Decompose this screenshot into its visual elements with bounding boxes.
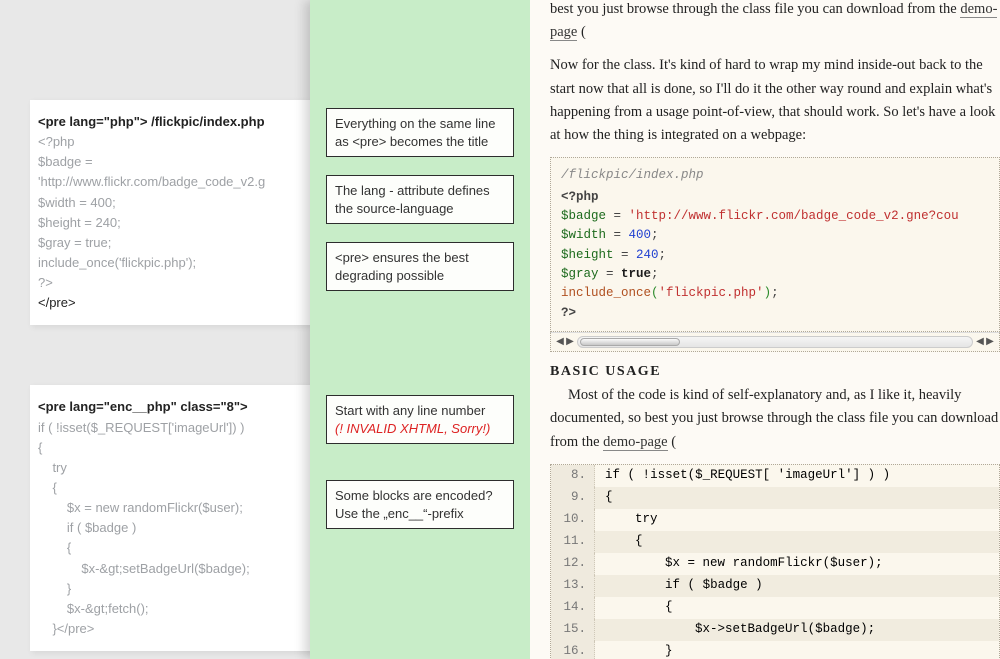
code-content: $x = new randomFlickr($user);	[595, 557, 883, 570]
paragraph-text: (	[577, 24, 585, 40]
code-line: }	[38, 579, 302, 599]
code-content: if ( !isset($_REQUEST[ 'imageUrl'] ) )	[595, 469, 890, 482]
line-number: 15.	[551, 619, 595, 641]
left-column: <pre lang="php"> /flickpic/index.php <?p…	[0, 0, 310, 659]
article-column: best you just browse through the class f…	[530, 0, 1000, 659]
code-line: try	[38, 458, 302, 478]
code-line: $x-&gt;fetch();	[38, 599, 302, 619]
code-row: 16. }	[551, 641, 999, 659]
code-line: <pre lang="enc__php" class="8">	[38, 397, 302, 417]
code-line: $height = 240;	[38, 213, 302, 233]
line-number: 16.	[551, 641, 595, 659]
code-content: }	[595, 645, 673, 658]
scroll-left-icon[interactable]: ◀	[975, 337, 985, 347]
line-number: 10.	[551, 509, 595, 531]
code-line: if ( $badge )	[38, 518, 302, 538]
line-number: 13.	[551, 575, 595, 597]
code-line: {	[38, 538, 302, 558]
annotation-lang-attr: The lang - attribute defines the source-…	[326, 175, 514, 224]
scroll-right-icon[interactable]: ▶	[565, 337, 575, 347]
annotation-column: Everything on the same line as <pre> bec…	[310, 0, 530, 659]
code-row: 10. try	[551, 509, 999, 531]
scroll-right-icon[interactable]: ▶	[985, 337, 995, 347]
line-number: 12.	[551, 553, 595, 575]
code-line: include_once('flickpic.php');	[561, 284, 989, 303]
annotation-warning: (! INVALID XHTML, Sorry!)	[335, 420, 505, 438]
code-row: 11. {	[551, 531, 999, 553]
code-title: /flickpic/index.php	[561, 166, 989, 185]
article-paragraph: Now for the class. It's kind of hard to …	[550, 54, 1000, 147]
demo-page-link[interactable]: demo-page	[603, 434, 667, 451]
code-line: if ( !isset($_REQUEST['imageUrl']) )	[38, 418, 302, 438]
annotation-enc-prefix: Some blocks are encoded? Use the „enc__“…	[326, 480, 514, 529]
annotation-text: Start with any line number	[335, 402, 505, 420]
code-line: <?php	[561, 188, 989, 207]
code-line: 'http://www.flickr.com/badge_code_v2.g	[38, 172, 302, 192]
code-content: if ( $badge )	[595, 579, 763, 592]
code-line: $badge =	[38, 152, 302, 172]
raw-code-block-2: <pre lang="enc__php" class="8"> if ( !is…	[30, 385, 310, 651]
code-line: }</pre>	[38, 619, 302, 639]
code-line: ?>	[38, 273, 302, 293]
code-line: {	[38, 478, 302, 498]
code-line: </pre>	[38, 293, 302, 313]
code-content: {	[595, 535, 643, 548]
code-row: 13. if ( $badge )	[551, 575, 999, 597]
horizontal-scrollbar[interactable]: ◀ ▶ ◀ ▶	[550, 332, 1000, 352]
article-paragraph: best you just browse through the class f…	[550, 0, 1000, 44]
code-line: $gray = true;	[561, 265, 989, 284]
paragraph-text: (	[668, 434, 676, 450]
rendered-code-block-1: /flickpic/index.php <?php $badge = 'http…	[550, 157, 1000, 332]
annotation-title-line: Everything on the same line as <pre> bec…	[326, 108, 514, 157]
code-row: 12. $x = new randomFlickr($user);	[551, 553, 999, 575]
code-line: $x = new randomFlickr($user);	[38, 498, 302, 518]
code-row: 8.if ( !isset($_REQUEST[ 'imageUrl'] ) )	[551, 465, 999, 487]
code-line: $width = 400;	[38, 193, 302, 213]
code-line: <pre lang="php"> /flickpic/index.php	[38, 112, 302, 132]
code-line: {	[38, 438, 302, 458]
paragraph-text: best you just browse through the class f…	[550, 1, 960, 17]
annotation-line-number: Start with any line number (! INVALID XH…	[326, 395, 514, 444]
code-row: 9.{	[551, 487, 999, 509]
code-line: $gray = true;	[38, 233, 302, 253]
annotation-pre-degrade: <pre> ensures the best degrading possibl…	[326, 242, 514, 291]
scroll-left-icon[interactable]: ◀	[555, 337, 565, 347]
code-line: $width = 400;	[561, 226, 989, 245]
code-line: $badge = 'http://www.flickr.com/badge_co…	[561, 207, 989, 226]
code-line: $height = 240;	[561, 246, 989, 265]
code-row: 15. $x->setBadgeUrl($badge);	[551, 619, 999, 641]
code-content: try	[595, 513, 658, 526]
section-heading-basic-usage: BASIC USAGE	[550, 364, 1000, 380]
raw-code-block-1: <pre lang="php"> /flickpic/index.php <?p…	[30, 100, 310, 325]
line-number: 14.	[551, 597, 595, 619]
rendered-code-block-2: 8.if ( !isset($_REQUEST[ 'imageUrl'] ) )…	[550, 464, 1000, 659]
code-line: include_once('flickpic.php');	[38, 253, 302, 273]
article-paragraph: Most of the code is kind of self-explana…	[550, 384, 1000, 454]
scroll-track[interactable]	[577, 336, 973, 348]
line-number: 8.	[551, 465, 595, 487]
code-content: {	[595, 601, 673, 614]
line-number: 9.	[551, 487, 595, 509]
code-row: 14. {	[551, 597, 999, 619]
code-content: $x->setBadgeUrl($badge);	[595, 623, 875, 636]
code-line: ?>	[561, 304, 989, 323]
line-number: 11.	[551, 531, 595, 553]
scroll-thumb[interactable]	[580, 338, 680, 346]
code-line: <?php	[38, 132, 302, 152]
code-line: $x-&gt;setBadgeUrl($badge);	[38, 559, 302, 579]
code-content: {	[595, 491, 613, 504]
